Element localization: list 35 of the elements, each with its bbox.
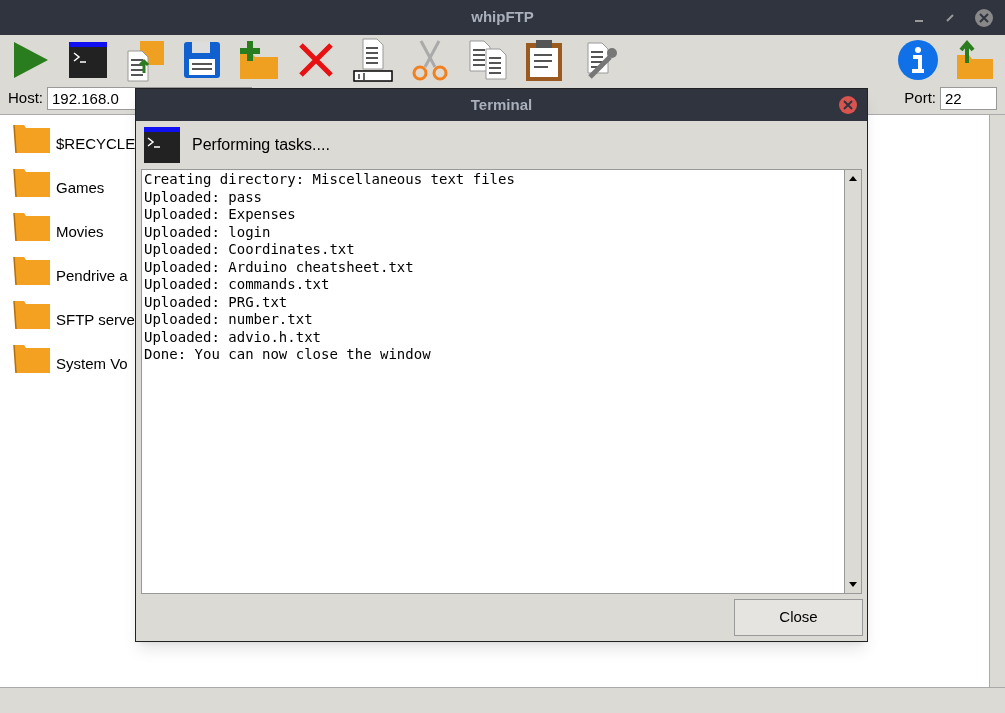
folder-name[interactable]: Pendrive a <box>56 267 128 285</box>
port-field[interactable]: 22 <box>940 87 997 110</box>
dialog-title: Terminal <box>470 94 533 115</box>
folder-icon <box>12 343 52 373</box>
host-label: Host: <box>8 88 43 109</box>
rename-icon[interactable] <box>350 37 396 83</box>
port-label: Port: <box>904 88 936 109</box>
terminal-icon <box>144 127 180 163</box>
folder-icon <box>12 299 52 329</box>
folder-name[interactable]: Movies <box>56 223 104 241</box>
log-line: Uploaded: PRG.txt <box>144 293 289 311</box>
log-line: Uploaded: pass <box>144 188 263 206</box>
log-line: Done: You can now close the window <box>144 346 432 364</box>
log-line: Uploaded: login <box>144 223 272 241</box>
folder-name[interactable]: SFTP serve <box>56 311 135 329</box>
log-line: Uploaded: Coordinates.txt <box>144 241 356 259</box>
status-text: Performing tasks.... <box>192 135 330 155</box>
close-icon[interactable] <box>975 8 993 27</box>
log-line: Creating directory: Miscellaneous text files <box>144 171 516 189</box>
log-line: Uploaded: Arduino cheatsheet.txt <box>144 258 415 276</box>
log-line: Uploaded: commands.txt <box>144 276 331 294</box>
folder-icon <box>12 211 52 241</box>
folder-name[interactable]: System Vo <box>56 355 128 373</box>
window-title: whipFTP <box>471 7 534 28</box>
folder-icon <box>12 167 52 197</box>
folder-icon <box>12 123 52 153</box>
close-icon[interactable] <box>839 96 857 114</box>
close-button[interactable]: Close <box>734 599 863 636</box>
folder-name[interactable]: $RECYCLE <box>56 135 136 153</box>
info-icon[interactable] <box>895 37 941 83</box>
log-line: Uploaded: Expenses <box>144 206 297 224</box>
folder-icon <box>12 255 52 285</box>
folder-name[interactable]: Games <box>56 179 105 197</box>
log-line: Uploaded: number.txt <box>144 311 314 329</box>
log-line: Uploaded: advio.h.txt <box>144 328 322 346</box>
